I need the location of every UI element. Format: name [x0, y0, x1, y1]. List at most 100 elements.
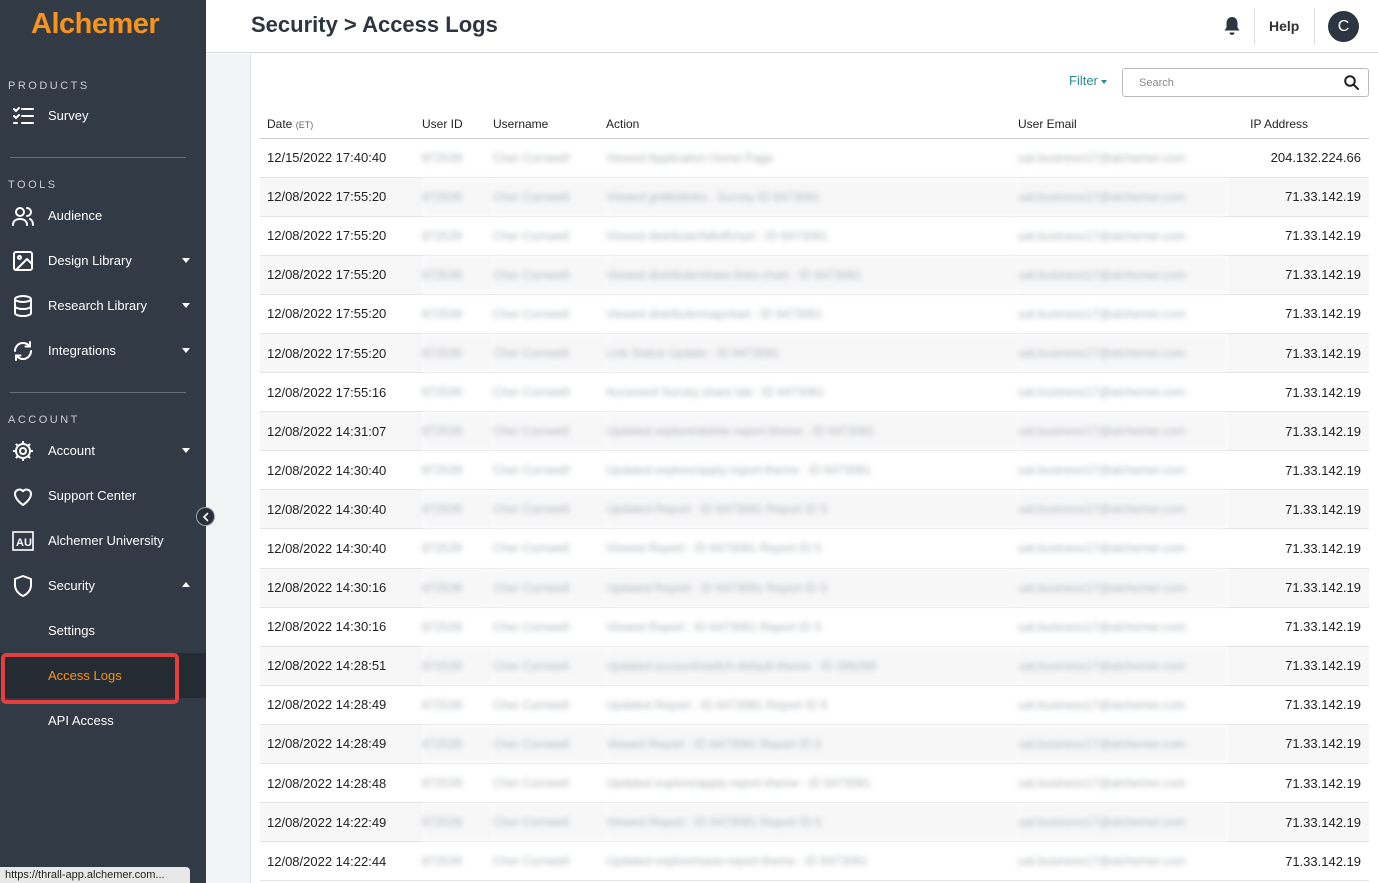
- cell-ip: 71.33.142.19: [1228, 528, 1369, 569]
- cell-action: Updated account/switch-default-theme : I…: [606, 646, 1018, 686]
- cell-email: uat.business17@alchemer.com: [1018, 724, 1228, 765]
- column-header-ip[interactable]: IP Address: [1228, 110, 1369, 139]
- column-header-date[interactable]: Date (ET): [260, 110, 422, 139]
- shield-icon: [11, 574, 35, 598]
- cell-username: Cher Cornwell: [493, 138, 606, 178]
- alchemer-logo[interactable]: Alchemer: [31, 8, 160, 41]
- filter-dropdown[interactable]: Filter: [1069, 73, 1107, 88]
- cell-date: 12/08/2022 14:30:40: [260, 450, 422, 491]
- cell-username: Cher Cornwell: [493, 489, 606, 530]
- chevron-up-icon[interactable]: [182, 582, 190, 587]
- chevron-down-icon[interactable]: [182, 448, 190, 453]
- cell-action: Viewed Report : ID 6473081 Report ID 5: [606, 724, 1018, 765]
- table-row: 12/08/2022 17:55:20 872539 Cher Cornwell Vi…: [260, 177, 1369, 217]
- cell-user-id: 872539: [422, 138, 493, 178]
- column-header-email[interactable]: User Email: [1018, 110, 1228, 139]
- cell-user-id: 872539: [422, 216, 493, 256]
- sidebar-item-label: Account: [48, 443, 95, 458]
- cell-user-id: 872539: [422, 528, 493, 569]
- cell-ip: 71.33.142.19: [1228, 255, 1369, 295]
- bell-icon[interactable]: [1223, 16, 1241, 41]
- sidebar-subitem-api-access[interactable]: API Access: [0, 698, 206, 743]
- chevron-left-icon: [202, 512, 209, 522]
- table-row: 12/08/2022 14:30:16 872539 Cher Cornwell Vi…: [260, 607, 1369, 647]
- sidebar-item-alchemer-university[interactable]: AU Alchemer University: [0, 518, 206, 563]
- table-row: 12/08/2022 14:28:49 872539 Cher Cornwell Up…: [260, 685, 1369, 725]
- cell-user-id: 872539: [422, 489, 493, 530]
- column-header-action[interactable]: Action: [606, 110, 1018, 139]
- cell-ip: 71.33.142.19: [1228, 216, 1369, 256]
- cell-username: Cher Cornwell: [493, 685, 606, 725]
- collapse-sidebar-button[interactable]: [196, 507, 215, 526]
- sidebar-item-integrations[interactable]: Integrations: [0, 328, 206, 373]
- table-row: 12/08/2022 14:30:40 872539 Cher Cornwell Up…: [260, 489, 1369, 530]
- cell-ip: 71.33.142.19: [1228, 607, 1369, 647]
- column-header-user-id[interactable]: User ID: [422, 110, 493, 139]
- cell-email: uat.business17@alchemer.com: [1018, 216, 1228, 256]
- cell-action: Updated explore/delete-report-theme : ID…: [606, 411, 1018, 452]
- svg-text:AU: AU: [16, 537, 32, 549]
- column-header-username[interactable]: Username: [493, 110, 606, 139]
- cell-user-id: 872539: [422, 724, 493, 765]
- table-row: 12/08/2022 14:30:40 872539 Cher Cornwell Vi…: [260, 528, 1369, 569]
- table-row: 12/08/2022 17:55:20 872539 Cher Cornwell Li…: [260, 333, 1369, 374]
- cell-date: 12/08/2022 17:55:16: [260, 372, 422, 413]
- chevron-down-icon[interactable]: [182, 348, 190, 353]
- cell-user-id: 872539: [422, 802, 493, 843]
- chevron-down-icon[interactable]: [182, 303, 190, 308]
- cell-action: Updated Report : ID 6473081 Report ID 5: [606, 568, 1018, 608]
- cell-ip: 71.33.142.19: [1228, 333, 1369, 374]
- cell-date: 12/08/2022 17:55:20: [260, 294, 422, 334]
- sidebar-item-label: Design Library: [48, 253, 132, 268]
- people-icon: [11, 204, 35, 228]
- table-header-row: Date (ET) User ID Username Action User E…: [260, 110, 1369, 139]
- cell-action: Accessed Survey share tab : ID 6473081: [606, 372, 1018, 413]
- cell-email: uat.business17@alchemer.com: [1018, 607, 1228, 647]
- cell-user-id: 872539: [422, 607, 493, 647]
- sidebar-item-security[interactable]: Security: [0, 563, 206, 608]
- sidebar-item-survey[interactable]: Survey: [0, 93, 206, 138]
- cell-action: Updated Report : ID 6473081 Report ID 5: [606, 685, 1018, 725]
- cell-username: Cher Cornwell: [493, 528, 606, 569]
- heart-icon: [11, 484, 35, 508]
- sidebar-item-audience[interactable]: Audience: [0, 193, 206, 238]
- cell-username: Cher Cornwell: [493, 216, 606, 256]
- cell-ip: 71.33.142.19: [1228, 568, 1369, 608]
- cell-action: Viewed Report : ID 6473081 Report ID 5: [606, 528, 1018, 569]
- cell-username: Cher Cornwell: [493, 294, 606, 334]
- cell-action: Viewed distribute/falloffchart : ID 6473…: [606, 216, 1018, 256]
- cell-user-id: 872539: [422, 568, 493, 608]
- cell-action: Viewed Report : ID 6473081 Report ID 5: [606, 802, 1018, 843]
- cell-email: uat.business17@alchemer.com: [1018, 568, 1228, 608]
- image-icon: [11, 249, 35, 273]
- sidebar-item-account[interactable]: Account: [0, 428, 206, 473]
- sidebar-subitem-label: Settings: [48, 623, 95, 638]
- cell-username: Cher Cornwell: [493, 411, 606, 452]
- sidebar-item-design-library[interactable]: Design Library: [0, 238, 206, 283]
- chevron-down-icon: [1100, 79, 1107, 84]
- cell-email: uat.business17@alchemer.com: [1018, 450, 1228, 491]
- filter-label: Filter: [1069, 73, 1098, 88]
- cell-email: uat.business17@alchemer.com: [1018, 841, 1228, 882]
- help-link[interactable]: Help: [1269, 18, 1299, 34]
- au-icon: AU: [11, 529, 35, 553]
- cell-date: 12/08/2022 14:30:16: [260, 607, 422, 647]
- cell-user-id: 872539: [422, 177, 493, 217]
- table-row: 12/08/2022 14:28:51 872539 Cher Cornwell Up…: [260, 646, 1369, 686]
- avatar[interactable]: C: [1328, 11, 1359, 42]
- chevron-down-icon[interactable]: [182, 258, 190, 263]
- sidebar-item-support-center[interactable]: Support Center: [0, 473, 206, 518]
- sidebar-item-research-library[interactable]: Research Library: [0, 283, 206, 328]
- cell-date: 12/08/2022 14:28:49: [260, 685, 422, 725]
- search-icon[interactable]: [1344, 75, 1359, 95]
- search-input[interactable]: [1122, 68, 1369, 97]
- cell-email: uat.business17@alchemer.com: [1018, 177, 1228, 217]
- cell-date: 12/15/2022 17:40:40: [260, 138, 422, 178]
- sidebar-subitem-settings[interactable]: Settings: [0, 608, 206, 653]
- cell-username: Cher Cornwell: [493, 450, 606, 491]
- cell-username: Cher Cornwell: [493, 763, 606, 804]
- sidebar-divider: [10, 157, 186, 158]
- cell-email: uat.business17@alchemer.com: [1018, 333, 1228, 374]
- sidebar-item-label: Research Library: [48, 298, 147, 313]
- cell-user-id: 872539: [422, 294, 493, 334]
